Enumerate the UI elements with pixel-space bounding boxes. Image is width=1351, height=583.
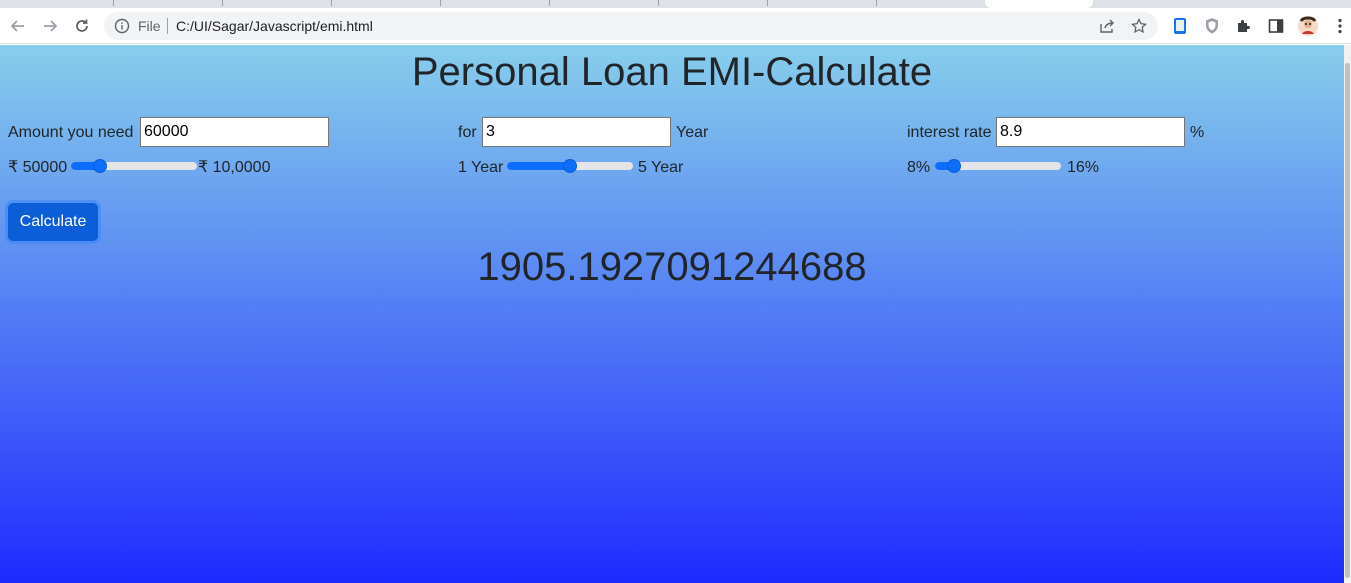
address-bar[interactable]: File C:/UI/Sagar/Javascript/emi.html bbox=[104, 12, 1158, 40]
omnibox-scheme-label: File bbox=[138, 18, 161, 34]
tab-separator bbox=[113, 0, 114, 6]
tenure-min-label: 1 Year bbox=[458, 159, 504, 176]
reload-button[interactable] bbox=[70, 14, 94, 38]
back-button[interactable] bbox=[6, 14, 30, 38]
extension-button[interactable] bbox=[1171, 17, 1189, 35]
interest-min-label: 8% bbox=[907, 159, 931, 176]
tenure-slider-thumb[interactable] bbox=[563, 159, 577, 173]
interest-label: interest rate bbox=[907, 124, 992, 141]
tab-separator bbox=[876, 0, 877, 6]
share-button[interactable] bbox=[1098, 17, 1116, 35]
page-scrollbar[interactable] bbox=[1344, 45, 1351, 583]
interest-slider[interactable] bbox=[935, 159, 1061, 173]
scrollbar-thumb[interactable] bbox=[1345, 63, 1350, 578]
tenure-unit-label: Year bbox=[676, 124, 709, 141]
amount-max-label: ₹ 10,0000 bbox=[198, 159, 271, 176]
info-icon[interactable] bbox=[114, 18, 130, 34]
kebab-menu-icon bbox=[1338, 18, 1342, 34]
browser-toolbar: File C:/UI/Sagar/Javascript/emi.html bbox=[0, 8, 1351, 44]
omnibox-divider bbox=[167, 18, 168, 34]
side-panel-icon bbox=[1268, 19, 1284, 33]
reload-icon bbox=[76, 19, 88, 32]
share-icon bbox=[1100, 19, 1114, 33]
star-icon bbox=[1131, 18, 1147, 34]
active-tab[interactable] bbox=[985, 0, 1093, 8]
url-text[interactable]: C:/UI/Sagar/Javascript/emi.html bbox=[176, 18, 373, 34]
extension-button[interactable] bbox=[1203, 17, 1221, 35]
amount-slider[interactable] bbox=[71, 159, 197, 173]
tenure-input[interactable]: 3 bbox=[482, 117, 671, 147]
puzzle-icon bbox=[1238, 20, 1250, 32]
browser-menu-button[interactable] bbox=[1331, 17, 1349, 35]
profile-avatar[interactable] bbox=[1297, 15, 1319, 37]
tenure-label: for bbox=[458, 124, 477, 141]
amount-label: Amount you need bbox=[8, 124, 134, 141]
emi-result: 1905.1927091244688 bbox=[477, 245, 867, 289]
calculate-button[interactable]: Calculate bbox=[8, 203, 98, 241]
bookmark-button[interactable] bbox=[1130, 17, 1148, 35]
tenure-max-label: 5 Year bbox=[638, 159, 684, 176]
tab-separator bbox=[658, 0, 659, 6]
page-title: Personal Loan EMI-Calculate bbox=[411, 50, 933, 94]
page-viewport: Personal Loan EMI-Calculate Amount you n… bbox=[0, 45, 1344, 583]
avatar-icon bbox=[1298, 16, 1318, 36]
forward-button[interactable] bbox=[38, 14, 62, 38]
arrow-left-icon bbox=[10, 20, 24, 32]
interest-input[interactable]: 8.9 bbox=[996, 117, 1185, 147]
interest-slider-thumb[interactable] bbox=[947, 159, 962, 173]
amount-slider-thumb[interactable] bbox=[93, 159, 108, 173]
tab-separator bbox=[222, 0, 223, 6]
tab-separator bbox=[767, 0, 768, 6]
tab-separator bbox=[331, 0, 332, 6]
tenure-slider-fill bbox=[507, 162, 570, 170]
extensions-menu-button[interactable] bbox=[1235, 17, 1253, 35]
phone-extension-icon bbox=[1174, 18, 1186, 34]
amount-input[interactable]: 60000 bbox=[140, 117, 329, 147]
tab-separator bbox=[549, 0, 550, 6]
side-panel-button[interactable] bbox=[1267, 17, 1285, 35]
tab-separator bbox=[440, 0, 441, 6]
amount-min-label: ₹ 50000 bbox=[8, 159, 68, 176]
arrow-right-icon bbox=[44, 20, 58, 32]
shield-icon bbox=[1206, 18, 1218, 34]
interest-max-label: 16% bbox=[1067, 159, 1100, 176]
tab-strip bbox=[0, 0, 1351, 8]
interest-unit-label: % bbox=[1190, 124, 1205, 141]
tenure-slider[interactable] bbox=[507, 159, 633, 173]
